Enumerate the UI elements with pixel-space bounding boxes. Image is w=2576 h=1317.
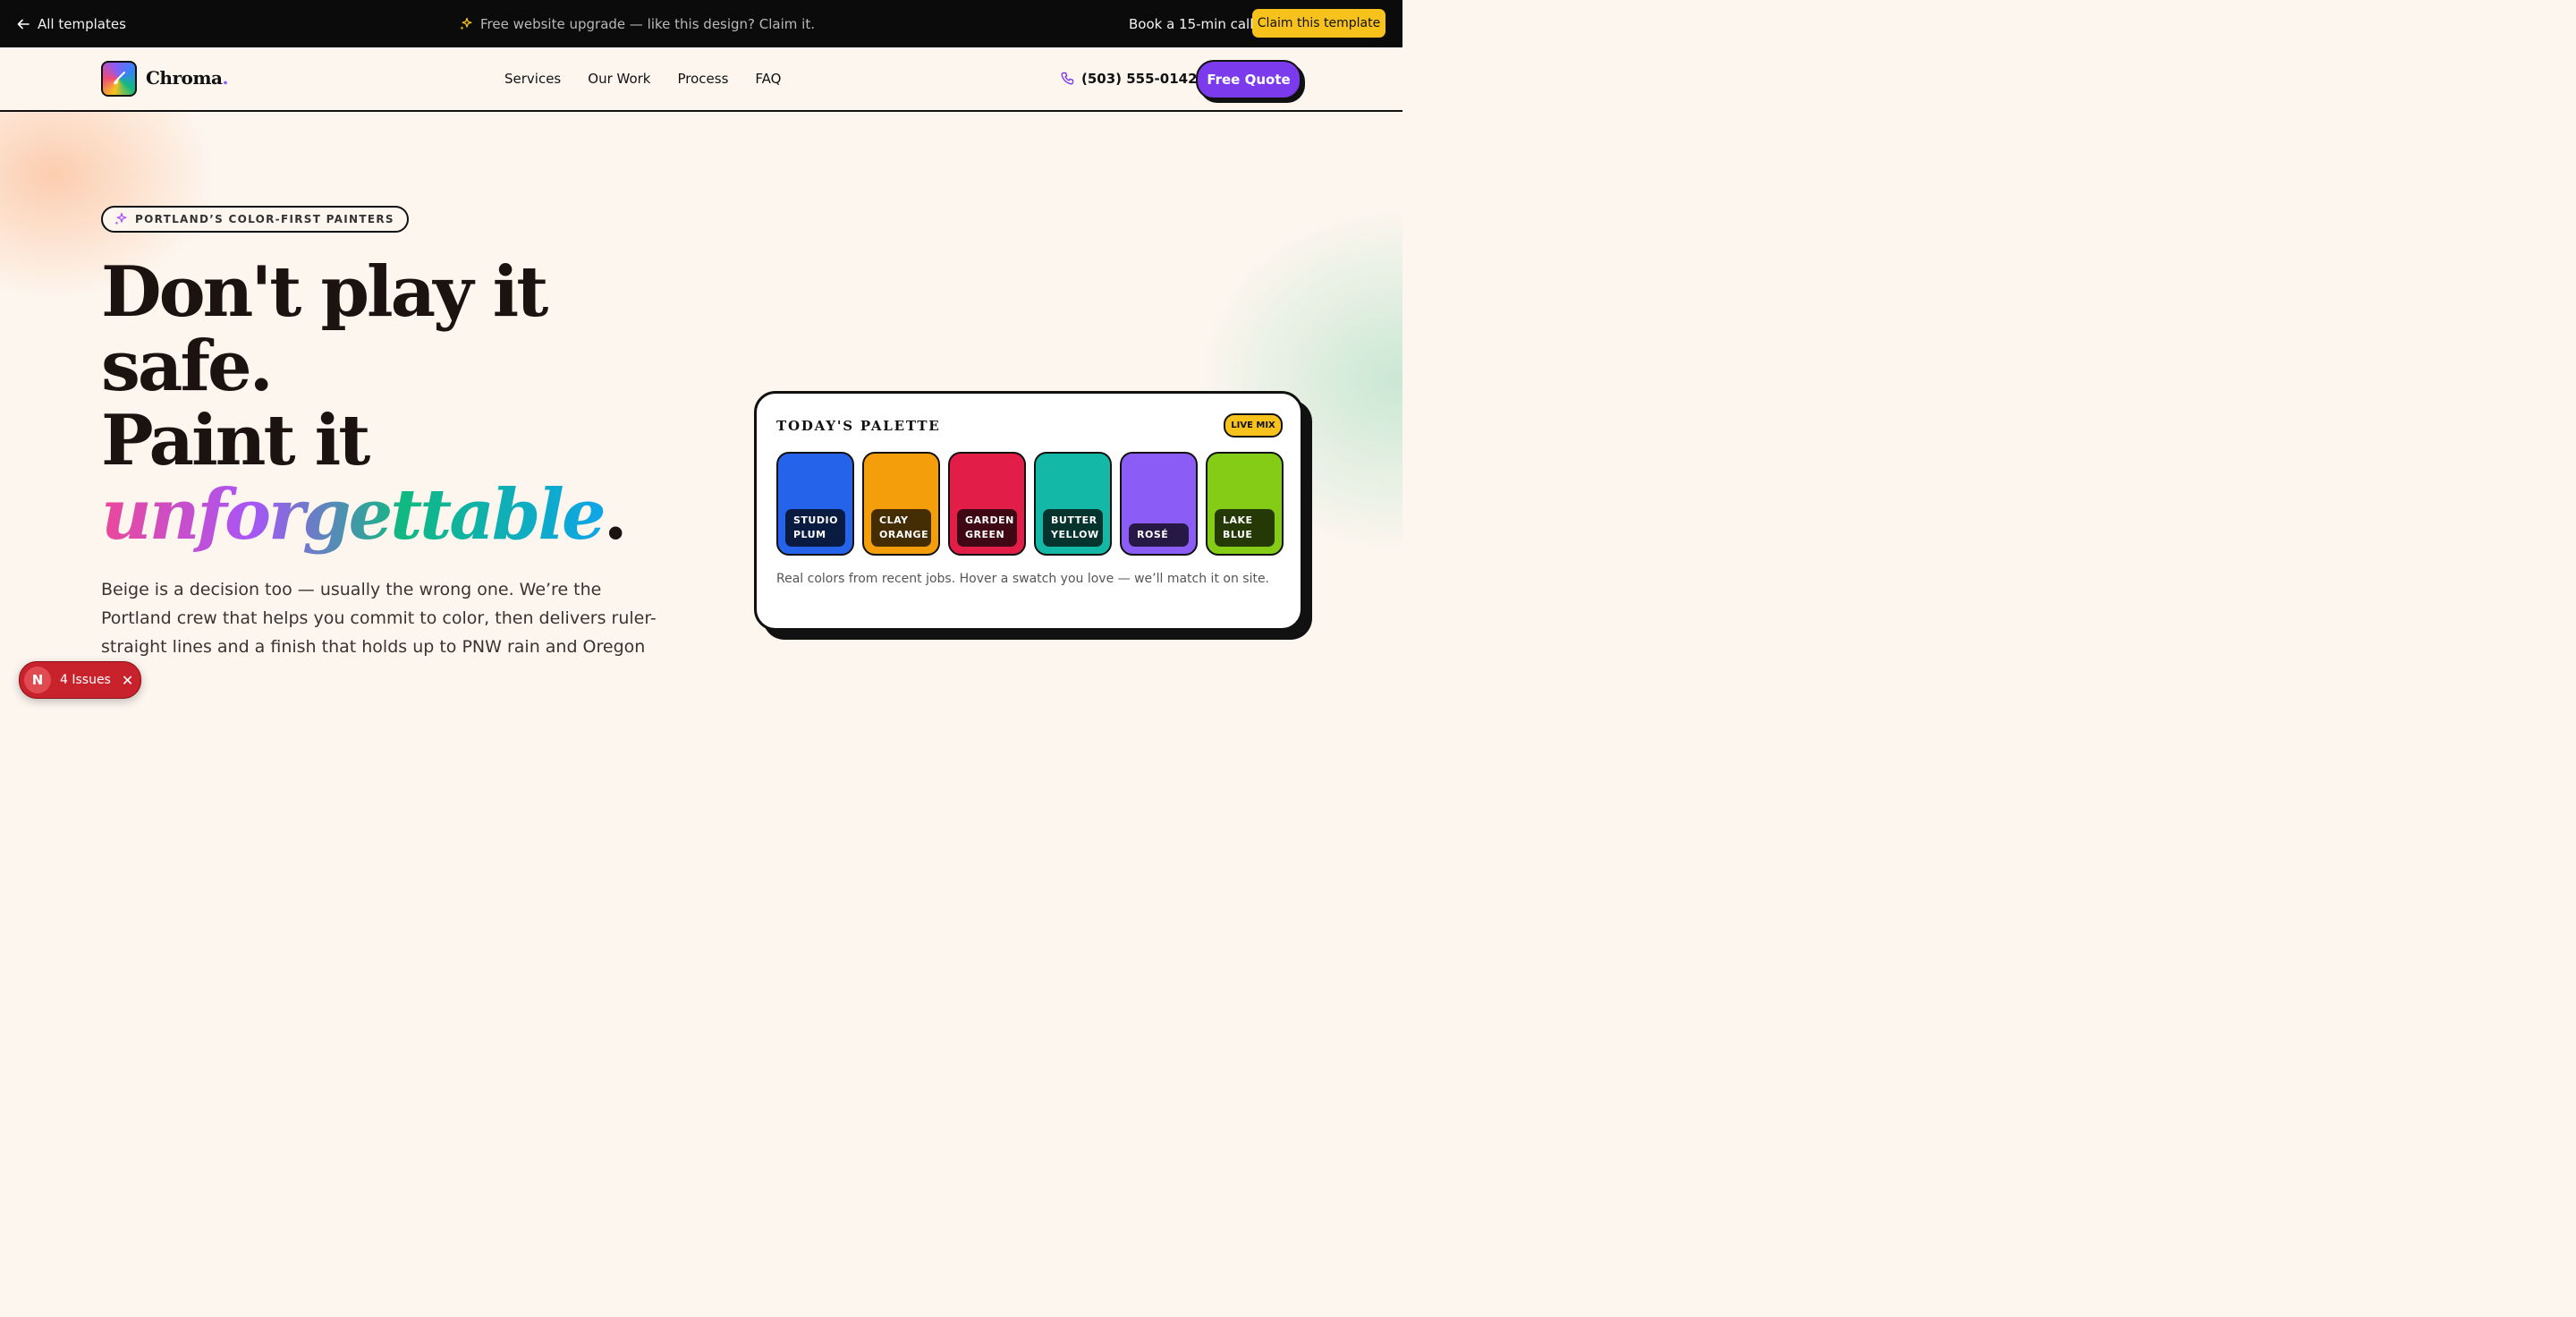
eyebrow-text: PORTLAND’S COLOR-FIRST PAINTERS <box>135 213 394 225</box>
hero-headline: Don't play it safe. Paint it unforgettab… <box>101 255 628 552</box>
arrow-left-icon <box>17 19 30 29</box>
headline-line-1: Don't play it <box>101 251 548 333</box>
swatch-label-line-1: LAKE <box>1223 514 1253 526</box>
headline-period: . <box>603 474 628 556</box>
swatch-label: LAKE BLUE <box>1215 509 1275 547</box>
promo-text: Free website upgrade — like this design?… <box>480 15 815 32</box>
swatch-label: STUDIO PLUM <box>785 509 845 547</box>
swatch-label-line-1: GARDEN <box>965 514 1014 526</box>
hero-lead-paragraph: Beige is a decision too — usually the wr… <box>101 580 657 657</box>
swatch-label-line-1: BUTTER <box>1051 514 1097 526</box>
hero-eyebrow-badge: PORTLAND’S COLOR-FIRST PAINTERS <box>101 206 409 233</box>
live-mix-badge: LIVE MIX <box>1224 413 1283 438</box>
sparkle-icon <box>114 212 127 225</box>
nav-link-our-work[interactable]: Our Work <box>588 71 650 87</box>
book-call-link[interactable]: Book a 15-min call <box>1129 0 1253 47</box>
template-topbar: All templates Free website upgrade — lik… <box>0 0 1402 47</box>
paintbrush-icon <box>114 72 125 85</box>
swatch-label-line-2: BLUE <box>1223 529 1253 540</box>
swatch-rose[interactable]: ROSÉ <box>1120 452 1198 556</box>
swatch-label-line-1: CLAY <box>879 514 909 526</box>
all-templates-link[interactable]: All templates <box>16 0 126 47</box>
close-icon[interactable]: ✕ <box>122 672 133 689</box>
swatch-row: STUDIO PLUM CLAY ORANGE GARDEN GREEN BUTTER… <box>776 452 1284 556</box>
brand-dot: . <box>222 67 228 89</box>
swatch-label-line-2: YELLOW <box>1051 529 1099 540</box>
swatch-label-line-2: ORANGE <box>879 529 929 540</box>
promo-message: Free website upgrade — like this design?… <box>459 0 815 47</box>
palette-title: TODAY'S PALETTE <box>776 418 941 434</box>
todays-palette-card: TODAY'S PALETTE LIVE MIX STUDIO PLUM CLAY… <box>754 391 1303 631</box>
swatch-garden-green[interactable]: GARDEN GREEN <box>948 452 1026 556</box>
swatch-label-line-1: ROSÉ <box>1137 529 1169 540</box>
swatch-clay-orange[interactable]: CLAY ORANGE <box>862 452 940 556</box>
brand-wordmark: Chroma <box>146 67 223 89</box>
headline-line-3: Paint it <box>101 400 370 481</box>
main-nav: Services Our Work Process FAQ <box>504 47 781 110</box>
nav-link-services[interactable]: Services <box>504 71 561 87</box>
swatch-butter-yellow[interactable]: BUTTER YELLOW <box>1034 452 1112 556</box>
phone-number: (503) 555-0142 <box>1081 71 1198 87</box>
headline-accent-word: unforgettable <box>101 474 606 556</box>
swatch-studio-plum[interactable]: STUDIO PLUM <box>776 452 854 556</box>
phone-icon <box>1061 72 1074 85</box>
swatch-label-line-2: GREEN <box>965 529 1005 540</box>
palette-caption: Real colors from recent jobs. Hover a sw… <box>776 572 1270 586</box>
swatch-label-line-2: PLUM <box>793 529 826 540</box>
free-quote-button[interactable]: Free Quote <box>1196 60 1301 99</box>
issues-count: 4 Issues <box>60 673 111 687</box>
swatch-label-line-1: STUDIO <box>793 514 838 526</box>
brand-name[interactable]: Chroma. <box>146 67 228 89</box>
swatch-label: ROSÉ <box>1129 523 1189 547</box>
swatch-lake-blue[interactable]: LAKE BLUE <box>1206 452 1284 556</box>
dev-issues-badge[interactable]: N 4 Issues ✕ <box>19 661 141 699</box>
nextjs-logo-icon: N <box>24 667 51 693</box>
site-header: Chroma. Services Our Work Process FAQ (5… <box>0 47 1402 112</box>
brand-logo[interactable] <box>101 61 137 97</box>
all-templates-label: All templates <box>38 15 126 32</box>
swatch-label: BUTTER YELLOW <box>1043 509 1103 547</box>
claim-template-button[interactable]: Claim this template <box>1252 9 1385 38</box>
nav-link-faq[interactable]: FAQ <box>755 71 781 87</box>
sparkle-icon <box>460 17 472 30</box>
headline-line-2: safe. <box>101 326 274 407</box>
swatch-label: GARDEN GREEN <box>957 509 1017 547</box>
phone-link[interactable]: (503) 555-0142 <box>1060 47 1198 110</box>
swatch-label: CLAY ORANGE <box>871 509 931 547</box>
hero-section: PORTLAND’S COLOR-FIRST PAINTERS Don't pl… <box>0 112 1402 717</box>
nav-link-process[interactable]: Process <box>678 71 729 87</box>
